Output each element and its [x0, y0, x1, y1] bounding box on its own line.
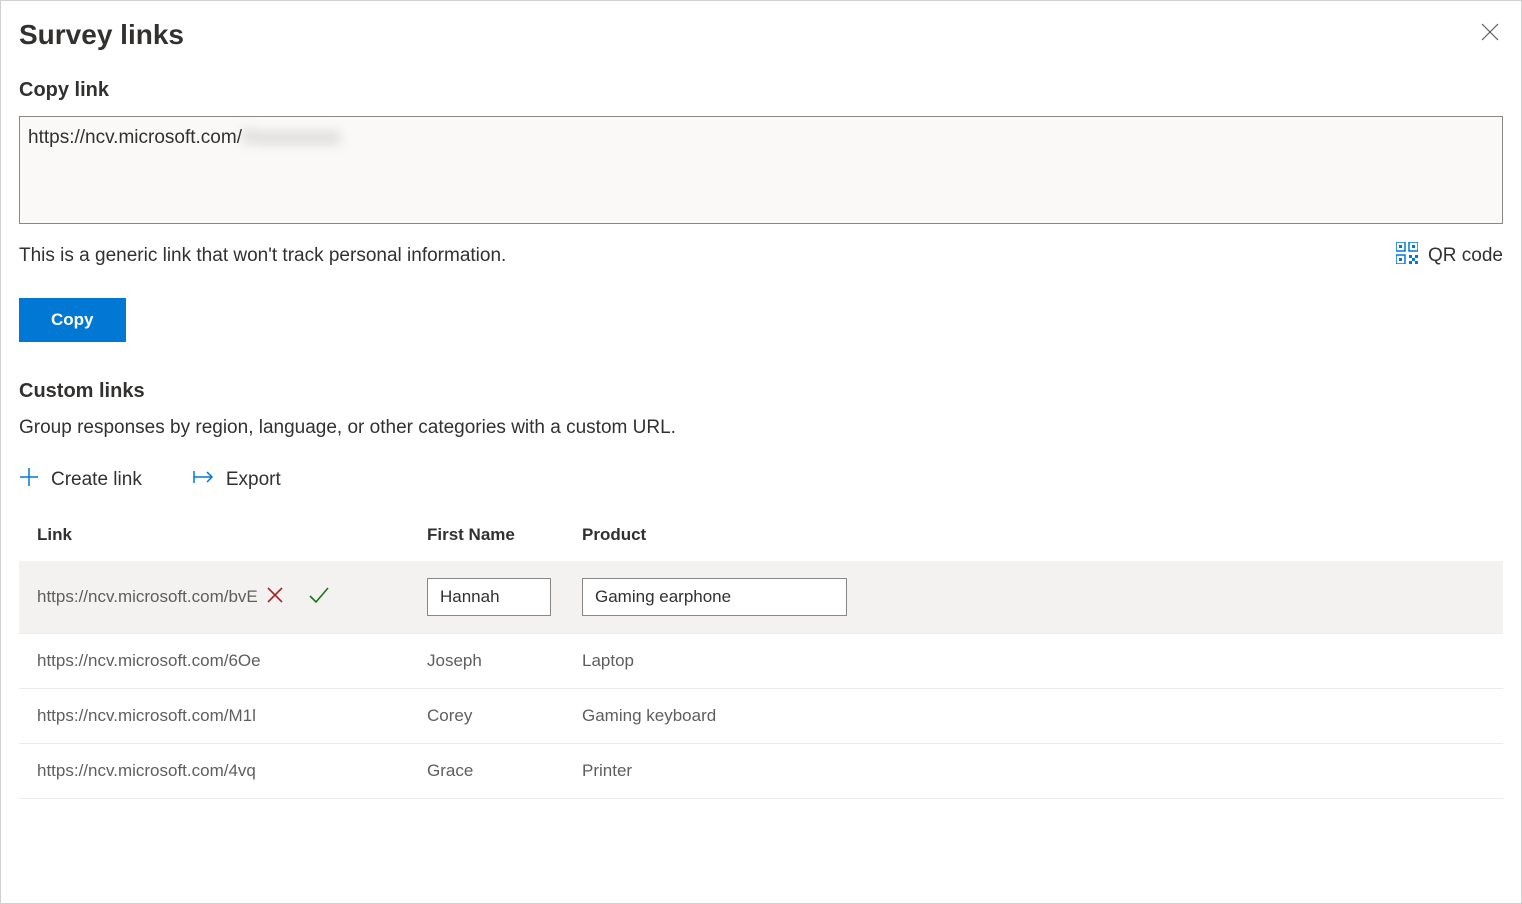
table-header: Link First Name Product — [19, 525, 1503, 561]
table-row[interactable]: https://ncv.microsoft.com/4vq GracePrinte… — [19, 744, 1503, 799]
table-row[interactable]: https://ncv.microsoft.com/M1l CoreyGaming… — [19, 689, 1503, 744]
cell-link: https://ncv.microsoft.com/4vq — [37, 761, 427, 781]
create-link-button[interactable]: Create link — [19, 467, 142, 493]
export-button[interactable]: Export — [192, 467, 281, 493]
cell-first-name: Corey — [427, 706, 582, 726]
qr-code-label: QR code — [1428, 245, 1503, 267]
header-product: Product — [582, 525, 1485, 545]
cell-link: https://ncv.microsoft.com/6Oe — [37, 651, 427, 671]
cell-product: Printer — [582, 761, 1485, 781]
cell-product: Laptop — [582, 651, 1485, 671]
cell-first-name: Grace — [427, 761, 582, 781]
create-link-label: Create link — [51, 469, 142, 491]
custom-links-description: Group responses by region, language, or … — [19, 417, 1503, 439]
panel-title: Survey links — [19, 19, 184, 51]
link-text: https://ncv.microsoft.com/6Oe — [37, 651, 261, 671]
header-first-name: First Name — [427, 525, 582, 545]
link-url-blurred: Xxxxxxxxxx — [242, 127, 340, 148]
first-name-input[interactable] — [427, 578, 551, 616]
cell-product: Gaming keyboard — [582, 706, 1485, 726]
action-row: Create link Export — [19, 467, 1503, 493]
generic-link-field[interactable]: https://ncv.microsoft.com/Xxxxxxxxxx — [19, 116, 1503, 224]
close-icon — [1481, 23, 1499, 41]
cell-product — [582, 578, 1485, 616]
cell-first-name: Joseph — [427, 651, 582, 671]
cancel-icon[interactable] — [266, 586, 284, 609]
link-text: https://ncv.microsoft.com/M1l — [37, 706, 256, 726]
qr-code-button[interactable]: QR code — [1396, 242, 1503, 270]
copy-link-heading: Copy link — [19, 79, 1503, 102]
plus-icon — [19, 467, 39, 493]
link-text: https://ncv.microsoft.com/bvE — [37, 587, 258, 607]
table-row[interactable]: https://ncv.microsoft.com/bvE — [19, 561, 1503, 634]
generic-link-info: This is a generic link that won't track … — [19, 245, 506, 267]
table-body: https://ncv.microsoft.com/bvE https://ncv… — [19, 561, 1503, 799]
panel-header: Survey links — [19, 19, 1503, 51]
header-link: Link — [37, 525, 427, 545]
cell-link: https://ncv.microsoft.com/bvE — [37, 586, 427, 609]
custom-links-table: Link First Name Product https://ncv.micr… — [19, 525, 1503, 799]
info-row: This is a generic link that won't track … — [19, 242, 1503, 270]
qr-code-icon — [1396, 242, 1418, 270]
copy-button[interactable]: Copy — [19, 298, 126, 342]
product-input[interactable] — [582, 578, 847, 616]
close-button[interactable] — [1477, 19, 1503, 48]
export-icon — [192, 468, 214, 492]
cell-first-name — [427, 578, 582, 616]
confirm-icon[interactable] — [308, 586, 330, 609]
survey-links-panel: Survey links Copy link https://ncv.micro… — [0, 0, 1522, 904]
export-label: Export — [226, 469, 281, 491]
link-url-prefix: https://ncv.microsoft.com/ — [28, 127, 242, 148]
link-text: https://ncv.microsoft.com/4vq — [37, 761, 256, 781]
custom-links-heading: Custom links — [19, 380, 1503, 403]
table-row[interactable]: https://ncv.microsoft.com/6Oe JosephLapto… — [19, 634, 1503, 689]
cell-link: https://ncv.microsoft.com/M1l — [37, 706, 427, 726]
